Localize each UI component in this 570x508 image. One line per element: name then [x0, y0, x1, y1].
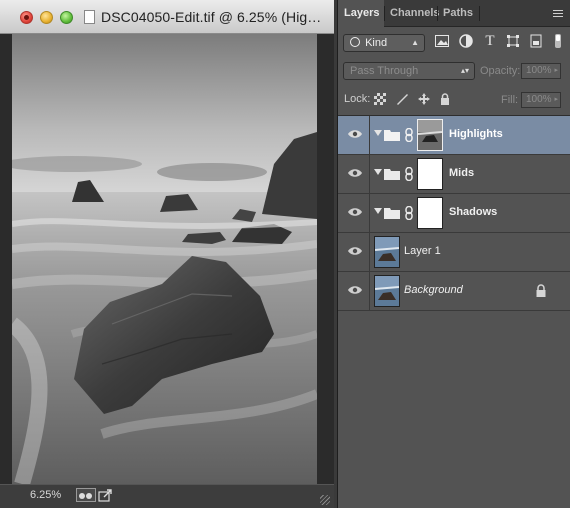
- document-titlebar[interactable]: DSC04050-Edit.tif @ 6.25% (Hig…: [0, 0, 334, 34]
- minimize-button[interactable]: [40, 11, 53, 24]
- status-bar: 6.25%: [0, 484, 334, 508]
- mask-link-icon[interactable]: [405, 206, 413, 220]
- adjustment-filter-icon[interactable]: [458, 33, 474, 49]
- close-button[interactable]: [20, 11, 33, 24]
- type-filter-icon[interactable]: T: [482, 33, 498, 49]
- layer-thumbnail[interactable]: [374, 275, 400, 307]
- smart-object-filter-icon[interactable]: [528, 33, 544, 49]
- layer-row-layer-1[interactable]: Layer 1: [338, 233, 570, 272]
- image-canvas[interactable]: [12, 34, 317, 484]
- layer-row-mids[interactable]: Mids: [338, 155, 570, 194]
- blend-mode-dropdown[interactable]: Pass Through ▴▾: [343, 62, 475, 80]
- visibility-eye-icon[interactable]: [348, 129, 362, 139]
- divider: [369, 233, 370, 271]
- opacity-value: 100%: [526, 65, 552, 76]
- image-filter-icon[interactable]: [434, 33, 450, 49]
- visibility-eye-icon[interactable]: [348, 168, 362, 178]
- folder-icon: [384, 130, 400, 141]
- status-info-button[interactable]: [76, 488, 96, 502]
- chevron-right-icon: ▸: [554, 96, 558, 103]
- document-title: DSC04050-Edit.tif @ 6.25% (Hig…: [101, 9, 322, 25]
- tab-paths[interactable]: Paths: [437, 0, 479, 27]
- expand-triangle-icon[interactable]: [374, 130, 382, 136]
- lock-position-icon[interactable]: [418, 93, 430, 105]
- fill-field[interactable]: 100% ▸: [521, 92, 561, 108]
- panel-menu-icon[interactable]: [553, 10, 563, 18]
- panel-tab-bar: Layers Channels Paths: [338, 0, 570, 28]
- divider: [369, 272, 370, 310]
- updown-arrows-icon: ▴▾: [460, 66, 469, 75]
- tab-layers[interactable]: Layers: [338, 0, 384, 28]
- seascape-photo: [12, 34, 317, 484]
- layer-row-shadows[interactable]: Shadows: [338, 194, 570, 233]
- visibility-eye-icon[interactable]: [348, 285, 362, 295]
- lock-transparent-pixels-icon[interactable]: [374, 93, 386, 105]
- blend-mode-value: Pass Through: [350, 65, 419, 77]
- shape-filter-icon[interactable]: [505, 33, 521, 49]
- layer-mask-thumbnail[interactable]: [417, 197, 443, 229]
- layer-name[interactable]: Layer 1: [404, 245, 441, 257]
- layer-mask-thumbnail[interactable]: [417, 158, 443, 190]
- search-icon: [350, 37, 360, 47]
- folder-icon: [384, 208, 400, 219]
- layer-row-background[interactable]: Background: [338, 272, 570, 311]
- lock-label: Lock:: [344, 93, 371, 105]
- visibility-eye-icon[interactable]: [348, 207, 362, 217]
- info-popup-icon: [79, 493, 92, 499]
- fill-label: Fill:: [501, 94, 519, 106]
- layer-mask-thumbnail[interactable]: [417, 119, 443, 151]
- expand-triangle-icon[interactable]: [374, 208, 382, 214]
- layer-row-highlights[interactable]: Highlights: [338, 116, 570, 155]
- divider: [369, 155, 370, 193]
- updown-arrows-icon: ▲: [411, 38, 419, 47]
- divider: [369, 194, 370, 232]
- visibility-eye-icon[interactable]: [348, 246, 362, 256]
- layer-name[interactable]: Highlights: [449, 128, 503, 140]
- opacity-field[interactable]: 100% ▸: [521, 63, 561, 79]
- share-icon: [98, 489, 112, 502]
- layer-thumbnail[interactable]: [374, 236, 400, 268]
- mask-link-icon[interactable]: [405, 167, 413, 181]
- tab-divider: [479, 6, 480, 21]
- resize-grip[interactable]: [320, 495, 330, 505]
- folder-icon: [384, 169, 400, 180]
- zoom-button[interactable]: [60, 11, 73, 24]
- filter-toggle-icon[interactable]: [550, 33, 566, 49]
- chevron-right-icon: ▸: [554, 67, 558, 74]
- document-icon: [84, 10, 95, 24]
- filter-kind-dropdown[interactable]: Kind ▲: [343, 34, 425, 52]
- layer-name[interactable]: Shadows: [449, 206, 497, 218]
- expand-triangle-icon[interactable]: [374, 169, 382, 175]
- mask-link-icon[interactable]: [405, 128, 413, 142]
- filter-kind-label: Kind: [365, 37, 388, 49]
- vertical-scrollbar[interactable]: [317, 34, 334, 484]
- fill-value: 100%: [526, 94, 552, 105]
- layer-name[interactable]: Background: [404, 284, 463, 296]
- tab-channels[interactable]: Channels: [384, 0, 440, 27]
- divider: [369, 116, 370, 154]
- lock-all-icon[interactable]: [439, 93, 451, 105]
- lock-image-pixels-icon[interactable]: [396, 93, 408, 105]
- layer-name[interactable]: Mids: [449, 167, 474, 179]
- lock-icon: [536, 284, 546, 297]
- opacity-label: Opacity:: [480, 65, 521, 77]
- zoom-level[interactable]: 6.25%: [30, 489, 61, 501]
- layers-panel: Layers Channels Paths Kind ▲ T Pass Thro…: [337, 0, 570, 508]
- share-button[interactable]: [98, 488, 114, 502]
- document-window: DSC04050-Edit.tif @ 6.25% (Hig… 6.25%: [0, 0, 334, 508]
- layers-empty-area[interactable]: [338, 311, 570, 508]
